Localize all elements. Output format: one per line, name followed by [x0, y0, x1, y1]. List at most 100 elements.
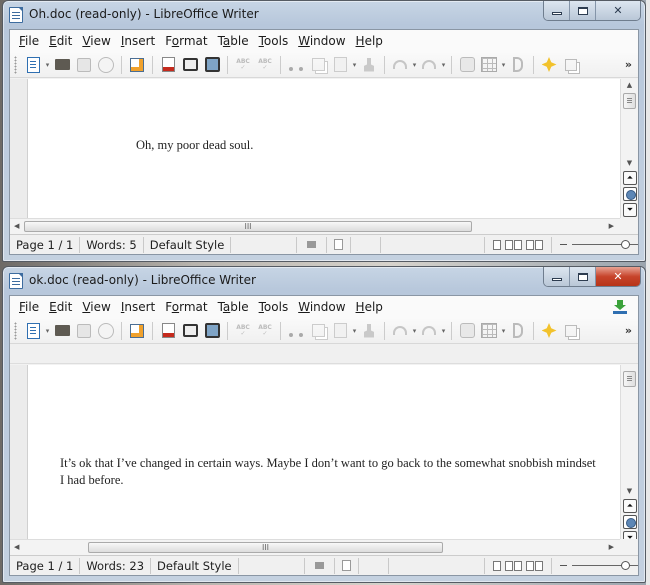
paragraph-line[interactable]: I had before. [60, 472, 620, 489]
paragraph-line[interactable]: It’s ok that I’ve changed in certain way… [60, 455, 620, 472]
menu-table[interactable]: Table [213, 300, 254, 314]
document-text[interactable]: Oh, my poor dead soul. [136, 137, 253, 154]
insert-mode-status[interactable] [297, 236, 328, 253]
navigation-button[interactable] [623, 515, 637, 529]
title-bar[interactable]: Oh.doc (read-only) - LibreOffice Writer … [3, 1, 645, 29]
title-bar[interactable]: ok.doc (read-only) - LibreOffice Writer … [3, 267, 645, 295]
navigator-button[interactable] [457, 321, 477, 341]
word-count-status[interactable]: Words: 23 [80, 557, 152, 574]
spellcheck-button[interactable]: ABC ✓ [233, 321, 253, 341]
book-view-icon[interactable] [526, 239, 543, 250]
insert-mode-status[interactable] [305, 557, 335, 574]
menu-format[interactable]: Format [160, 34, 212, 48]
scroll-left-arrow[interactable]: ◀ [14, 540, 19, 555]
clone-formatting-button[interactable] [359, 321, 379, 341]
toolbar-grip-handle[interactable] [14, 321, 17, 340]
page-number-status[interactable]: Page 1 / 1 [10, 236, 81, 253]
maximize-button[interactable] [570, 267, 596, 286]
page-style-status[interactable]: Default Style [144, 236, 232, 253]
save-button[interactable] [74, 55, 94, 75]
cut-button[interactable] [286, 321, 306, 341]
paste-button[interactable] [330, 55, 350, 75]
book-view-icon[interactable] [526, 560, 543, 571]
redo-button[interactable] [419, 321, 439, 341]
paste-dropdown-arrow[interactable]: ▾ [351, 55, 358, 75]
vertical-scroll-thumb[interactable] [623, 371, 636, 387]
extension-button[interactable] [539, 55, 559, 75]
menu-tools[interactable]: Tools [254, 34, 294, 48]
autospellcheck-button[interactable]: ABC ✓ [255, 55, 275, 75]
toolbar-overflow-button[interactable]: » [625, 58, 632, 71]
scroll-up-arrow[interactable]: ▲ [621, 79, 638, 91]
edit-file-button[interactable] [127, 55, 147, 75]
scroll-right-arrow[interactable]: ▶ [609, 540, 614, 555]
duplicate-button[interactable] [561, 321, 581, 341]
redo-button[interactable] [419, 55, 439, 75]
print-button[interactable] [180, 55, 200, 75]
autospellcheck-button[interactable]: ABC ✓ [255, 321, 275, 341]
multi-page-view-icon[interactable] [505, 239, 522, 250]
scroll-right-arrow[interactable]: ▶ [609, 219, 614, 234]
paste-button[interactable] [330, 321, 350, 341]
previous-page-button[interactable]: ⏶ [623, 499, 637, 513]
minimize-button[interactable] [544, 1, 570, 20]
scroll-left-arrow[interactable]: ◀ [14, 219, 19, 234]
new-document-dropdown-arrow[interactable]: ▾ [44, 55, 51, 75]
gallery-button[interactable] [508, 321, 528, 341]
scroll-down-arrow[interactable]: ▼ [621, 485, 638, 497]
print-preview-button[interactable] [202, 55, 222, 75]
zoom-out-icon[interactable] [560, 564, 567, 566]
update-available-icon[interactable] [612, 300, 628, 314]
menu-window[interactable]: Window [293, 300, 350, 314]
digital-signature-status[interactable] [351, 236, 382, 253]
menu-window[interactable]: Window [293, 34, 350, 48]
redo-dropdown-arrow[interactable]: ▾ [440, 55, 447, 75]
email-document-button[interactable] [96, 321, 116, 341]
word-count-status[interactable]: Words: 5 [80, 236, 144, 253]
print-preview-button[interactable] [202, 321, 222, 341]
duplicate-button[interactable] [561, 55, 581, 75]
document-signature-status[interactable] [335, 557, 359, 574]
maximize-button[interactable] [570, 1, 596, 20]
edit-file-button[interactable] [127, 321, 147, 341]
horizontal-scrollbar[interactable]: ◀ III ▶ [10, 218, 620, 234]
vertical-scroll-thumb[interactable] [623, 93, 636, 109]
multi-page-view-icon[interactable] [505, 560, 522, 571]
menu-edit[interactable]: Edit [44, 34, 77, 48]
new-document-button[interactable] [23, 321, 43, 341]
previous-page-button[interactable]: ⏶ [623, 171, 637, 185]
zoom-slider[interactable] [558, 558, 638, 574]
export-pdf-button[interactable] [158, 321, 178, 341]
menu-format[interactable]: Format [160, 300, 212, 314]
zoom-slider[interactable] [558, 237, 638, 253]
copy-button[interactable] [308, 321, 328, 341]
menu-insert[interactable]: Insert [116, 300, 160, 314]
email-document-button[interactable] [96, 55, 116, 75]
undo-dropdown-arrow[interactable]: ▾ [411, 321, 418, 341]
horizontal-scrollbar[interactable]: ◀ III ▶ [10, 539, 620, 555]
zoom-slider-knob[interactable] [621, 560, 631, 570]
undo-button[interactable] [390, 321, 410, 341]
document-area[interactable]: Oh, my poor dead soul. ▲ ▼ ⏶ ⏷ [10, 79, 638, 218]
object-info-status[interactable] [381, 236, 485, 253]
horizontal-scroll-thumb[interactable]: III [24, 221, 472, 232]
single-page-view-icon[interactable] [493, 560, 501, 571]
horizontal-scroll-thumb[interactable]: III [88, 542, 443, 553]
vertical-scrollbar[interactable]: ▲ ▼ ⏶ ⏷ [620, 79, 638, 218]
clone-formatting-button[interactable] [359, 55, 379, 75]
vertical-scrollbar[interactable]: ▲ ▼ ⏶ ⏷ [620, 365, 638, 539]
toolbar-grip-handle[interactable] [14, 55, 17, 74]
copy-button[interactable] [308, 55, 328, 75]
open-button[interactable] [52, 321, 72, 341]
menu-help[interactable]: Help [351, 34, 388, 48]
gallery-button[interactable] [508, 55, 528, 75]
table-dropdown-arrow[interactable]: ▾ [500, 55, 507, 75]
zoom-out-icon[interactable] [560, 243, 567, 245]
menu-edit[interactable]: Edit [44, 300, 77, 314]
undo-button[interactable] [390, 55, 410, 75]
redo-dropdown-arrow[interactable]: ▾ [440, 321, 447, 341]
navigator-button[interactable] [457, 55, 477, 75]
page-style-status[interactable]: Default Style [151, 557, 239, 574]
menu-table[interactable]: Table [213, 34, 254, 48]
menu-file[interactable]: File [14, 300, 44, 314]
